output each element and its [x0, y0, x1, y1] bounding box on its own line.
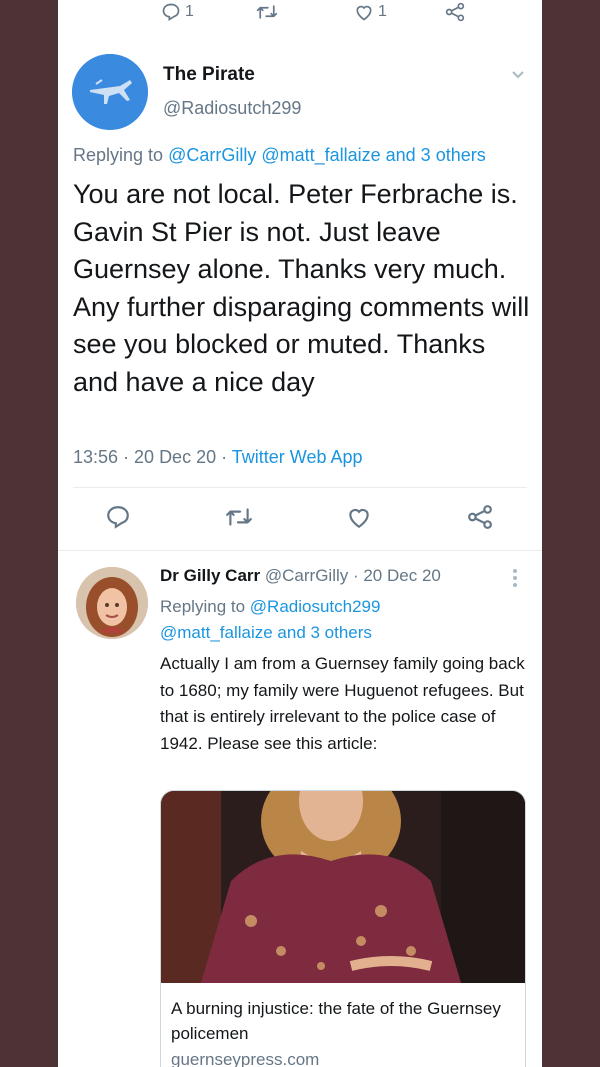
chevron-down-icon[interactable] [510, 66, 526, 82]
tweet-source[interactable]: Twitter Web App [232, 447, 363, 467]
replying-to-link[interactable]: @matt_fallaize and 3 others [160, 623, 372, 642]
more-icon[interactable] [510, 568, 520, 588]
share-action[interactable] [444, 2, 466, 22]
reply-icon [161, 2, 181, 22]
card-domain[interactable]: guernseypress.com [171, 1050, 319, 1067]
display-name[interactable]: Dr Gilly Carr [160, 566, 260, 585]
like-count: 1 [378, 3, 387, 20]
divider [58, 550, 542, 551]
tweet-text: Actually I am from a Guernsey family goi… [160, 654, 525, 753]
avatar[interactable] [76, 567, 148, 639]
plane-icon [72, 54, 148, 130]
replying-prefix: Replying to [160, 597, 250, 616]
retweet-icon [256, 2, 278, 22]
tweet-timestamp[interactable]: 13:56 · 20 Dec 20 · [73, 447, 232, 467]
replying-to-link[interactable]: @Radiosutch299 [250, 597, 381, 616]
replying-prefix: Replying to [73, 145, 169, 165]
tweet-text: You are not local. Peter Ferbrache is. G… [73, 179, 530, 397]
like-icon[interactable] [346, 504, 372, 530]
replying-to: Replying to @Radiosutch299 @matt_fallaiz… [160, 594, 520, 646]
share-icon[interactable] [466, 504, 494, 530]
replying-to: Replying to @CarrGilly @matt_fallaize an… [73, 145, 486, 166]
reply-action[interactable]: 1 [161, 2, 194, 22]
like-icon [354, 2, 374, 22]
handle-and-date[interactable]: @CarrGilly · 20 Dec 20 [260, 566, 441, 585]
divider [73, 487, 527, 488]
reply-header: Dr Gilly Carr @CarrGilly · 20 Dec 20 [160, 566, 441, 586]
retweet-icon[interactable] [225, 504, 253, 530]
like-action[interactable]: 1 [354, 2, 387, 22]
tweet-meta: 13:56 · 20 Dec 20 · Twitter Web App [73, 447, 363, 468]
share-icon [444, 2, 466, 22]
retweet-action[interactable] [256, 2, 278, 22]
reply-count: 1 [185, 3, 194, 20]
tweet-actions [58, 500, 542, 540]
link-card[interactable]: A burning injustice: the fate of the Gue… [160, 790, 526, 1067]
avatar[interactable] [72, 54, 148, 130]
display-name[interactable]: The Pirate [163, 64, 255, 86]
card-title[interactable]: A burning injustice: the fate of the Gue… [171, 996, 511, 1046]
user-handle[interactable]: @Radiosutch299 [163, 98, 301, 119]
reply-icon[interactable] [105, 504, 131, 530]
article-image [161, 791, 525, 983]
previous-tweet-actions: 1 1 [58, 0, 542, 30]
replying-to-link[interactable]: @CarrGilly @matt_fallaize and 3 others [168, 145, 486, 165]
phone-screen: 1 1 The Pirate @Radiosutch299 Replying t… [58, 0, 542, 1067]
